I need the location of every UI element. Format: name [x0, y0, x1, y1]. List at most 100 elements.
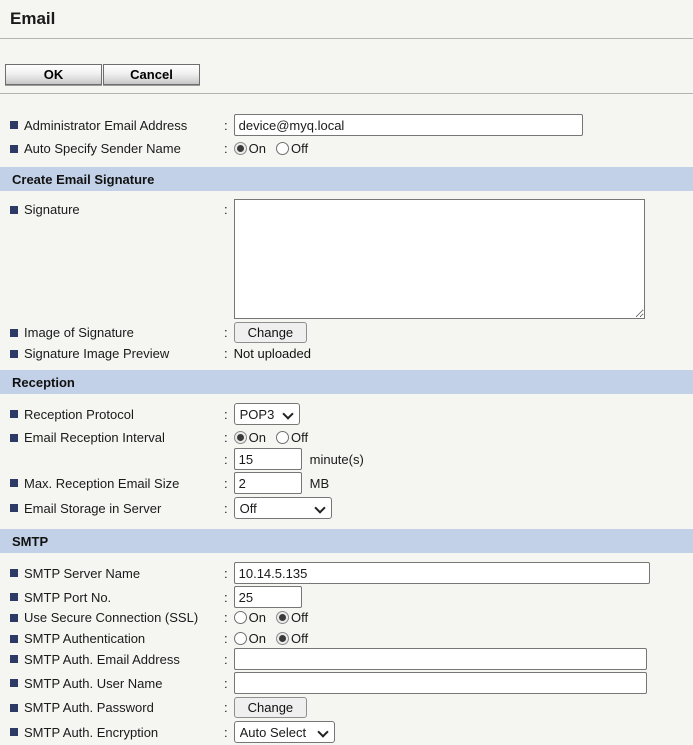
colon: : — [224, 118, 228, 133]
auto-specify-label: Auto Specify Sender Name — [24, 141, 181, 156]
section-header-smtp: SMTP — [0, 529, 693, 553]
smtp-auth-user-input[interactable] — [234, 672, 647, 694]
colon: : — [224, 476, 228, 491]
reception-interval-label: Email Reception Interval — [24, 430, 165, 445]
ssl-on-radio[interactable] — [234, 611, 247, 624]
smtp-port-label: SMTP Port No. — [24, 590, 111, 605]
colon: : — [224, 501, 228, 516]
form-row: Auto Specify Sender Name : On Off — [0, 141, 693, 156]
reception-interval-on-label: On — [249, 430, 266, 445]
section-header-signature: Create Email Signature — [0, 167, 693, 191]
password-change-button[interactable]: Change — [234, 697, 308, 718]
colon: : — [224, 452, 228, 467]
signature-label: Signature — [24, 202, 80, 217]
reception-protocol-label: Reception Protocol — [24, 407, 134, 422]
form-row: Max. Reception Email Size : MB — [0, 472, 693, 494]
image-of-signature-label: Image of Signature — [24, 325, 134, 340]
colon: : — [224, 566, 228, 581]
smtp-auth-off-radio[interactable] — [276, 632, 289, 645]
ssl-off-radio[interactable] — [276, 611, 289, 624]
form-row: Email Reception Interval : On Off — [0, 430, 693, 445]
max-reception-size-input[interactable] — [234, 472, 302, 494]
colon: : — [224, 590, 228, 605]
reception-interval-on-radio[interactable] — [234, 431, 247, 444]
colon: : — [224, 652, 228, 667]
colon: : — [224, 202, 228, 217]
bullet-icon — [10, 728, 18, 736]
bullet-icon — [10, 593, 18, 601]
bullet-icon — [10, 679, 18, 687]
reception-interval-minutes-input[interactable] — [234, 448, 302, 470]
section-header-reception: Reception — [0, 370, 693, 394]
colon: : — [224, 631, 228, 646]
auto-specify-on-radio[interactable] — [234, 142, 247, 155]
colon: : — [224, 676, 228, 691]
email-storage-label: Email Storage in Server — [24, 501, 161, 516]
colon: : — [224, 407, 228, 422]
smtp-auth-off-label: Off — [291, 631, 308, 646]
auto-specify-on-label: On — [249, 141, 266, 156]
colon: : — [224, 700, 228, 715]
smtp-auth-encryption-select[interactable]: Auto Select — [234, 721, 335, 743]
smtp-auth-email-input[interactable] — [234, 648, 647, 670]
form-row: SMTP Auth. Email Address : — [0, 648, 693, 670]
smtp-auth-label: SMTP Authentication — [24, 631, 145, 646]
form-row: Administrator Email Address : — [0, 114, 693, 136]
cancel-button[interactable]: Cancel — [103, 64, 200, 85]
bullet-icon — [10, 350, 18, 358]
bullet-icon — [10, 655, 18, 663]
bullet-icon — [10, 614, 18, 622]
bullet-icon — [10, 434, 18, 442]
bullet-icon — [10, 329, 18, 337]
form-row: : minute(s) — [0, 448, 693, 470]
form-row: SMTP Port No. : — [0, 586, 693, 608]
ssl-on-label: On — [249, 610, 266, 625]
colon: : — [224, 430, 228, 445]
image-change-button[interactable]: Change — [234, 322, 308, 343]
form-row: Signature Image Preview : Not uploaded — [0, 346, 693, 361]
max-reception-size-label: Max. Reception Email Size — [24, 476, 179, 491]
signature-textarea[interactable] — [234, 199, 645, 319]
signature-preview-label: Signature Image Preview — [24, 346, 169, 361]
form-row: SMTP Server Name : — [0, 562, 693, 584]
admin-email-input[interactable] — [234, 114, 583, 136]
email-storage-select[interactable]: Off — [234, 497, 332, 519]
mb-unit-label: MB — [310, 476, 330, 491]
smtp-auth-on-label: On — [249, 631, 266, 646]
ok-button[interactable]: OK — [5, 64, 102, 85]
bullet-icon — [10, 145, 18, 153]
bullet-icon — [10, 410, 18, 418]
page-title: Email — [0, 0, 693, 30]
reception-protocol-select[interactable]: POP3 — [234, 403, 300, 425]
form-row: Email Storage in Server : Off — [0, 497, 693, 519]
divider — [0, 38, 693, 39]
form-row: SMTP Authentication : On Off — [0, 631, 693, 646]
smtp-auth-email-label: SMTP Auth. Email Address — [24, 652, 180, 667]
colon: : — [224, 325, 228, 340]
form-row: Use Secure Connection (SSL) : On Off — [0, 610, 693, 625]
bullet-icon — [10, 121, 18, 129]
form-row: SMTP Auth. Password : Change — [0, 697, 693, 718]
admin-email-label: Administrator Email Address — [24, 118, 187, 133]
smtp-server-input[interactable] — [234, 562, 650, 584]
smtp-port-input[interactable] — [234, 586, 302, 608]
smtp-auth-encryption-label: SMTP Auth. Encryption — [24, 725, 158, 740]
auto-specify-off-radio[interactable] — [276, 142, 289, 155]
bullet-icon — [10, 479, 18, 487]
form-row: Signature : — [0, 199, 693, 319]
signature-preview-value: Not uploaded — [234, 346, 311, 361]
ssl-off-label: Off — [291, 610, 308, 625]
reception-interval-off-radio[interactable] — [276, 431, 289, 444]
form-row: Reception Protocol : POP3 — [0, 403, 693, 425]
bullet-icon — [10, 704, 18, 712]
bullet-icon — [10, 206, 18, 214]
form-row: SMTP Auth. Encryption : Auto Select — [0, 721, 693, 743]
colon: : — [224, 346, 228, 361]
bullet-icon — [10, 635, 18, 643]
smtp-auth-user-label: SMTP Auth. User Name — [24, 676, 162, 691]
bullet-icon — [10, 504, 18, 512]
smtp-auth-on-radio[interactable] — [234, 632, 247, 645]
bullet-icon — [10, 569, 18, 577]
reception-interval-off-label: Off — [291, 430, 308, 445]
divider — [0, 93, 693, 94]
